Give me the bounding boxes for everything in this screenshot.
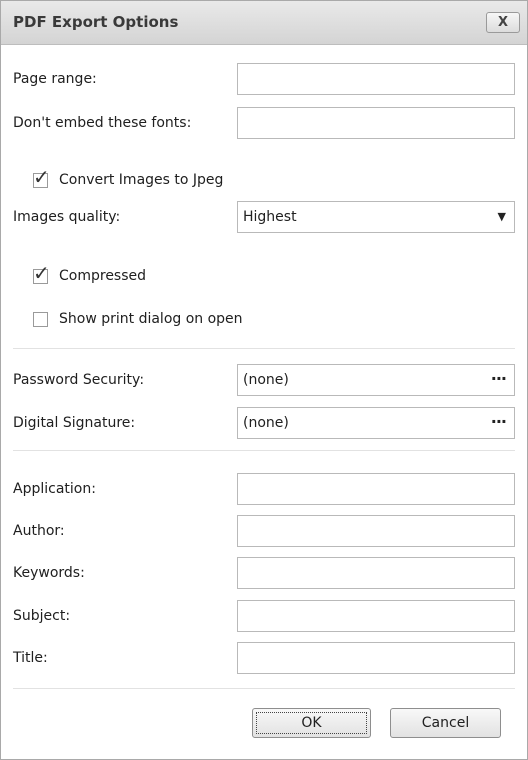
- checkmark-icon: ✓: [33, 261, 50, 285]
- page-range-label: Page range:: [13, 71, 97, 87]
- convert-images-label[interactable]: Convert Images to Jpeg: [59, 172, 223, 188]
- keywords-label: Keywords:: [13, 565, 85, 581]
- dont-embed-fonts-label: Don't embed these fonts:: [13, 115, 192, 131]
- ellipsis-icon[interactable]: ···: [491, 369, 507, 388]
- password-security-field[interactable]: (none) ···: [237, 364, 515, 396]
- separator: [13, 450, 515, 451]
- subject-label: Subject:: [13, 608, 71, 624]
- author-label: Author:: [13, 523, 65, 539]
- separator: [13, 348, 515, 349]
- close-button[interactable]: X: [486, 12, 520, 33]
- digital-signature-label: Digital Signature:: [13, 415, 136, 431]
- ellipsis-icon[interactable]: ···: [491, 412, 507, 431]
- images-quality-value: Highest: [243, 209, 297, 225]
- dont-embed-fonts-input[interactable]: [237, 107, 515, 139]
- show-print-dialog-label[interactable]: Show print dialog on open: [59, 311, 243, 327]
- compressed-label[interactable]: Compressed: [59, 268, 146, 284]
- images-quality-label: Images quality:: [13, 209, 121, 225]
- ok-button-label: OK: [301, 715, 322, 731]
- dialog-title: PDF Export Options: [13, 13, 179, 31]
- digital-signature-value: (none): [243, 415, 289, 431]
- ok-button[interactable]: OK: [252, 708, 371, 738]
- author-input[interactable]: [237, 515, 515, 547]
- pdf-export-options-dialog: PDF Export Options X Page range: Don't e…: [0, 0, 528, 760]
- page-range-input[interactable]: [237, 63, 515, 95]
- title-bar: PDF Export Options X: [1, 1, 527, 45]
- keywords-input[interactable]: [237, 557, 515, 589]
- dialog-content: Page range: Don't embed these fonts: ✓ C…: [13, 45, 515, 750]
- subject-input[interactable]: [237, 600, 515, 632]
- show-print-dialog-checkbox[interactable]: [33, 312, 48, 327]
- cancel-button-label: Cancel: [421, 715, 470, 731]
- title-input[interactable]: [237, 642, 515, 674]
- compressed-checkbox[interactable]: ✓: [33, 263, 50, 284]
- password-security-label: Password Security:: [13, 372, 145, 388]
- chevron-down-icon[interactable]: ▼: [498, 210, 506, 223]
- separator: [13, 688, 515, 689]
- application-input[interactable]: [237, 473, 515, 505]
- close-icon: X: [497, 15, 509, 30]
- convert-images-checkbox[interactable]: ✓: [33, 167, 50, 188]
- checkmark-icon: ✓: [33, 165, 50, 189]
- digital-signature-field[interactable]: (none) ···: [237, 407, 515, 439]
- application-label: Application:: [13, 481, 96, 497]
- cancel-button[interactable]: Cancel: [390, 708, 501, 738]
- password-security-value: (none): [243, 372, 289, 388]
- images-quality-select[interactable]: Highest ▼: [237, 201, 515, 233]
- title-label: Title:: [13, 650, 48, 666]
